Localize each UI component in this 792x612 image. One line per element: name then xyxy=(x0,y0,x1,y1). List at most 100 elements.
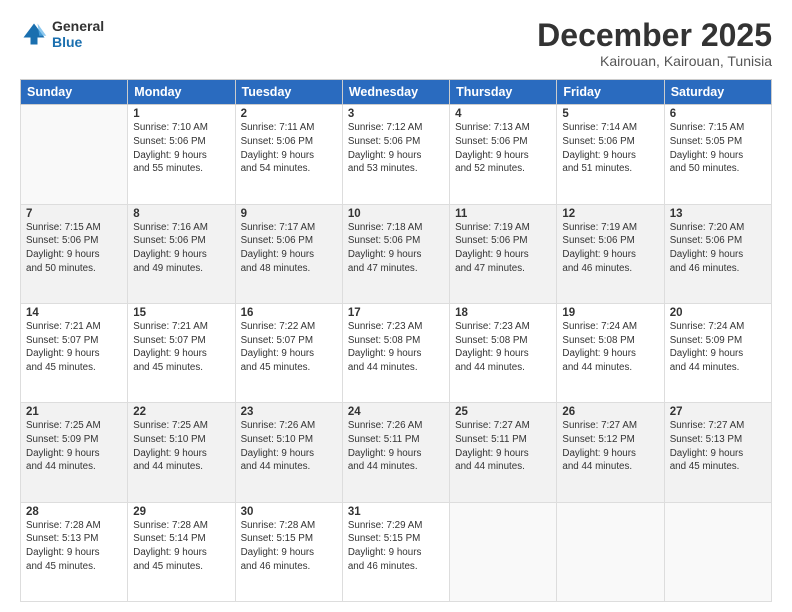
calendar-day-cell: 3Sunrise: 7:12 AM Sunset: 5:06 PM Daylig… xyxy=(342,105,449,204)
day-info: Sunrise: 7:28 AM Sunset: 5:15 PM Dayligh… xyxy=(241,519,337,574)
calendar-day-cell: 14Sunrise: 7:21 AM Sunset: 5:07 PM Dayli… xyxy=(21,303,128,402)
calendar-day-cell: 11Sunrise: 7:19 AM Sunset: 5:06 PM Dayli… xyxy=(450,204,557,303)
calendar-day-cell: 22Sunrise: 7:25 AM Sunset: 5:10 PM Dayli… xyxy=(128,403,235,502)
day-number: 13 xyxy=(670,208,766,220)
day-number: 2 xyxy=(241,108,337,120)
calendar-week-row: 1Sunrise: 7:10 AM Sunset: 5:06 PM Daylig… xyxy=(21,105,772,204)
calendar-day-cell: 20Sunrise: 7:24 AM Sunset: 5:09 PM Dayli… xyxy=(664,303,771,402)
calendar-day-cell: 5Sunrise: 7:14 AM Sunset: 5:06 PM Daylig… xyxy=(557,105,664,204)
day-number: 19 xyxy=(562,307,658,319)
day-info: Sunrise: 7:28 AM Sunset: 5:13 PM Dayligh… xyxy=(26,519,122,574)
calendar-day-cell: 25Sunrise: 7:27 AM Sunset: 5:11 PM Dayli… xyxy=(450,403,557,502)
day-info: Sunrise: 7:21 AM Sunset: 5:07 PM Dayligh… xyxy=(26,320,122,375)
header: General Blue December 2025 Kairouan, Kai… xyxy=(20,18,772,69)
calendar-day-cell: 24Sunrise: 7:26 AM Sunset: 5:11 PM Dayli… xyxy=(342,403,449,502)
day-info: Sunrise: 7:26 AM Sunset: 5:11 PM Dayligh… xyxy=(348,419,444,474)
calendar-week-row: 7Sunrise: 7:15 AM Sunset: 5:06 PM Daylig… xyxy=(21,204,772,303)
day-info: Sunrise: 7:15 AM Sunset: 5:06 PM Dayligh… xyxy=(26,221,122,276)
day-info: Sunrise: 7:27 AM Sunset: 5:13 PM Dayligh… xyxy=(670,419,766,474)
calendar-day-cell xyxy=(664,502,771,601)
day-number: 10 xyxy=(348,208,444,220)
calendar-day-cell: 27Sunrise: 7:27 AM Sunset: 5:13 PM Dayli… xyxy=(664,403,771,502)
day-number: 22 xyxy=(133,406,229,418)
logo: General Blue xyxy=(20,18,104,50)
calendar-day-cell xyxy=(21,105,128,204)
day-number: 24 xyxy=(348,406,444,418)
calendar-header-row: SundayMondayTuesdayWednesdayThursdayFrid… xyxy=(21,80,772,105)
day-number: 25 xyxy=(455,406,551,418)
calendar-day-cell xyxy=(450,502,557,601)
calendar-day-cell: 15Sunrise: 7:21 AM Sunset: 5:07 PM Dayli… xyxy=(128,303,235,402)
calendar-header-thursday: Thursday xyxy=(450,80,557,105)
day-info: Sunrise: 7:24 AM Sunset: 5:08 PM Dayligh… xyxy=(562,320,658,375)
day-info: Sunrise: 7:19 AM Sunset: 5:06 PM Dayligh… xyxy=(562,221,658,276)
calendar-header-monday: Monday xyxy=(128,80,235,105)
day-info: Sunrise: 7:23 AM Sunset: 5:08 PM Dayligh… xyxy=(348,320,444,375)
day-number: 31 xyxy=(348,506,444,518)
calendar-day-cell xyxy=(557,502,664,601)
calendar-day-cell: 8Sunrise: 7:16 AM Sunset: 5:06 PM Daylig… xyxy=(128,204,235,303)
calendar-header-friday: Friday xyxy=(557,80,664,105)
day-number: 12 xyxy=(562,208,658,220)
day-number: 29 xyxy=(133,506,229,518)
day-number: 7 xyxy=(26,208,122,220)
day-number: 26 xyxy=(562,406,658,418)
calendar-day-cell: 2Sunrise: 7:11 AM Sunset: 5:06 PM Daylig… xyxy=(235,105,342,204)
day-info: Sunrise: 7:13 AM Sunset: 5:06 PM Dayligh… xyxy=(455,121,551,176)
day-number: 21 xyxy=(26,406,122,418)
calendar-week-row: 28Sunrise: 7:28 AM Sunset: 5:13 PM Dayli… xyxy=(21,502,772,601)
day-info: Sunrise: 7:23 AM Sunset: 5:08 PM Dayligh… xyxy=(455,320,551,375)
title-block: December 2025 Kairouan, Kairouan, Tunisi… xyxy=(537,18,772,69)
logo-icon xyxy=(20,20,48,48)
calendar-table: SundayMondayTuesdayWednesdayThursdayFrid… xyxy=(20,79,772,602)
calendar-day-cell: 7Sunrise: 7:15 AM Sunset: 5:06 PM Daylig… xyxy=(21,204,128,303)
calendar-header-saturday: Saturday xyxy=(664,80,771,105)
calendar-day-cell: 30Sunrise: 7:28 AM Sunset: 5:15 PM Dayli… xyxy=(235,502,342,601)
calendar-day-cell: 17Sunrise: 7:23 AM Sunset: 5:08 PM Dayli… xyxy=(342,303,449,402)
day-number: 6 xyxy=(670,108,766,120)
day-info: Sunrise: 7:20 AM Sunset: 5:06 PM Dayligh… xyxy=(670,221,766,276)
calendar-day-cell: 21Sunrise: 7:25 AM Sunset: 5:09 PM Dayli… xyxy=(21,403,128,502)
day-number: 3 xyxy=(348,108,444,120)
logo-text: General Blue xyxy=(52,18,104,50)
calendar-day-cell: 4Sunrise: 7:13 AM Sunset: 5:06 PM Daylig… xyxy=(450,105,557,204)
day-number: 18 xyxy=(455,307,551,319)
calendar-week-row: 21Sunrise: 7:25 AM Sunset: 5:09 PM Dayli… xyxy=(21,403,772,502)
day-info: Sunrise: 7:18 AM Sunset: 5:06 PM Dayligh… xyxy=(348,221,444,276)
day-number: 23 xyxy=(241,406,337,418)
day-info: Sunrise: 7:19 AM Sunset: 5:06 PM Dayligh… xyxy=(455,221,551,276)
day-info: Sunrise: 7:24 AM Sunset: 5:09 PM Dayligh… xyxy=(670,320,766,375)
day-number: 17 xyxy=(348,307,444,319)
calendar-day-cell: 1Sunrise: 7:10 AM Sunset: 5:06 PM Daylig… xyxy=(128,105,235,204)
day-number: 20 xyxy=(670,307,766,319)
day-number: 9 xyxy=(241,208,337,220)
calendar-day-cell: 28Sunrise: 7:28 AM Sunset: 5:13 PM Dayli… xyxy=(21,502,128,601)
calendar-day-cell: 29Sunrise: 7:28 AM Sunset: 5:14 PM Dayli… xyxy=(128,502,235,601)
day-info: Sunrise: 7:10 AM Sunset: 5:06 PM Dayligh… xyxy=(133,121,229,176)
day-number: 1 xyxy=(133,108,229,120)
day-number: 11 xyxy=(455,208,551,220)
day-info: Sunrise: 7:16 AM Sunset: 5:06 PM Dayligh… xyxy=(133,221,229,276)
calendar-header-tuesday: Tuesday xyxy=(235,80,342,105)
calendar-day-cell: 26Sunrise: 7:27 AM Sunset: 5:12 PM Dayli… xyxy=(557,403,664,502)
day-info: Sunrise: 7:21 AM Sunset: 5:07 PM Dayligh… xyxy=(133,320,229,375)
day-info: Sunrise: 7:12 AM Sunset: 5:06 PM Dayligh… xyxy=(348,121,444,176)
calendar-week-row: 14Sunrise: 7:21 AM Sunset: 5:07 PM Dayli… xyxy=(21,303,772,402)
calendar-day-cell: 19Sunrise: 7:24 AM Sunset: 5:08 PM Dayli… xyxy=(557,303,664,402)
day-info: Sunrise: 7:27 AM Sunset: 5:11 PM Dayligh… xyxy=(455,419,551,474)
day-info: Sunrise: 7:28 AM Sunset: 5:14 PM Dayligh… xyxy=(133,519,229,574)
day-info: Sunrise: 7:29 AM Sunset: 5:15 PM Dayligh… xyxy=(348,519,444,574)
calendar-day-cell: 23Sunrise: 7:26 AM Sunset: 5:10 PM Dayli… xyxy=(235,403,342,502)
calendar-day-cell: 16Sunrise: 7:22 AM Sunset: 5:07 PM Dayli… xyxy=(235,303,342,402)
day-info: Sunrise: 7:15 AM Sunset: 5:05 PM Dayligh… xyxy=(670,121,766,176)
day-info: Sunrise: 7:22 AM Sunset: 5:07 PM Dayligh… xyxy=(241,320,337,375)
day-info: Sunrise: 7:11 AM Sunset: 5:06 PM Dayligh… xyxy=(241,121,337,176)
day-info: Sunrise: 7:17 AM Sunset: 5:06 PM Dayligh… xyxy=(241,221,337,276)
day-number: 4 xyxy=(455,108,551,120)
calendar-day-cell: 13Sunrise: 7:20 AM Sunset: 5:06 PM Dayli… xyxy=(664,204,771,303)
day-number: 5 xyxy=(562,108,658,120)
calendar-day-cell: 12Sunrise: 7:19 AM Sunset: 5:06 PM Dayli… xyxy=(557,204,664,303)
day-number: 8 xyxy=(133,208,229,220)
day-info: Sunrise: 7:14 AM Sunset: 5:06 PM Dayligh… xyxy=(562,121,658,176)
calendar-day-cell: 6Sunrise: 7:15 AM Sunset: 5:05 PM Daylig… xyxy=(664,105,771,204)
